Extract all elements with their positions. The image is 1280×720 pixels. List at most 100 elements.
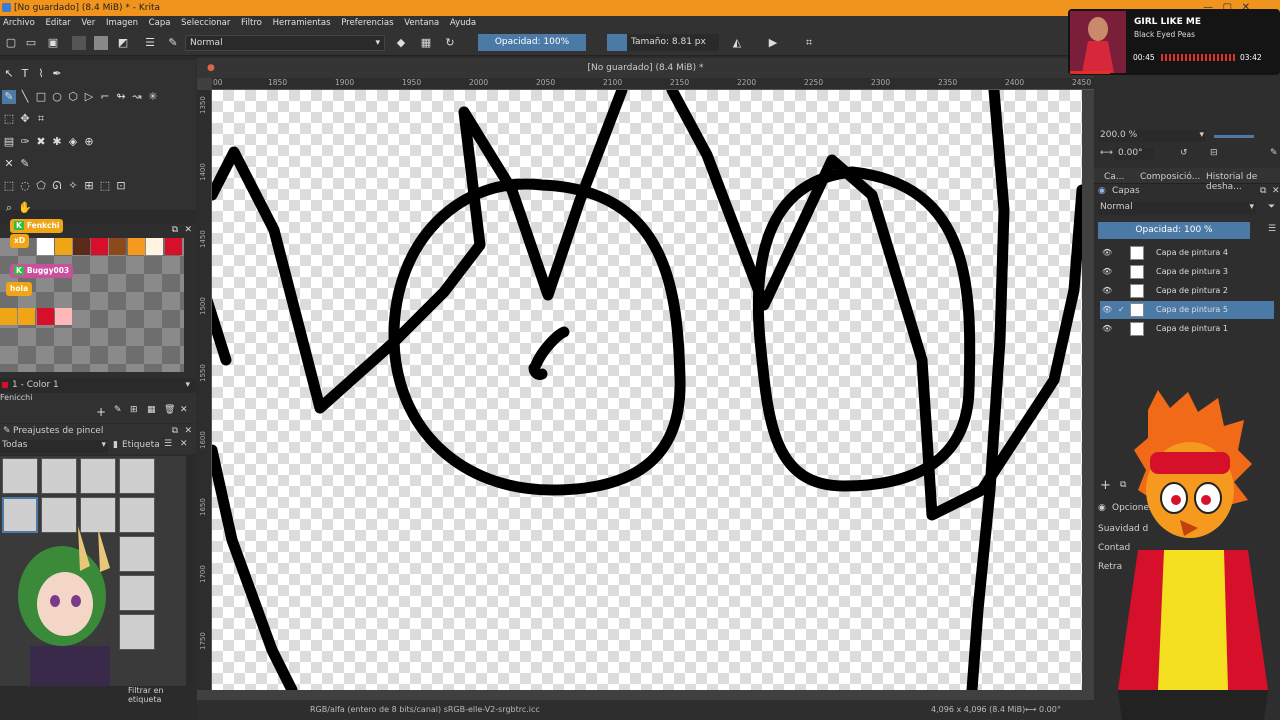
zoom-tool-icon[interactable]: ⌕ bbox=[2, 201, 16, 215]
pattern-swatch-icon[interactable] bbox=[94, 36, 108, 50]
brush-preset[interactable] bbox=[119, 614, 155, 650]
palette-swatch[interactable] bbox=[109, 238, 126, 255]
fill-tool-icon[interactable]: ◈ bbox=[66, 135, 80, 149]
color-picker-icon[interactable]: ✑ bbox=[18, 135, 32, 149]
close-icon[interactable]: ✕ bbox=[184, 225, 192, 235]
layer-row-selected[interactable]: 👁 ✓ Capa de pintura 5 bbox=[1100, 301, 1274, 319]
menu-icon[interactable]: ☰ bbox=[164, 439, 172, 449]
float-icon[interactable]: ⧉ bbox=[172, 225, 178, 235]
delete-icon[interactable]: 🗑 bbox=[164, 405, 175, 415]
polygon-select-icon[interactable]: ⬠ bbox=[34, 179, 48, 193]
bezier-tool-icon[interactable]: ⌐ bbox=[98, 90, 112, 104]
layer-blend-select[interactable]: Normal ▾ bbox=[1098, 202, 1256, 215]
eye-icon[interactable]: 👁 bbox=[1102, 301, 1112, 319]
palette-swatch[interactable] bbox=[37, 308, 54, 325]
pattern-tool-icon[interactable]: ⊕ bbox=[82, 135, 96, 149]
close-icon[interactable]: ✕ bbox=[184, 426, 192, 436]
ellipse-tool-icon[interactable]: ○ bbox=[50, 90, 64, 104]
brush-preset[interactable] bbox=[119, 497, 155, 533]
layer-opacity-slider[interactable]: Opacidad: 100 % bbox=[1098, 222, 1250, 239]
fg-bg-color-icon[interactable]: ◩ bbox=[116, 36, 130, 50]
freehand-select-icon[interactable]: ᘏ bbox=[50, 179, 64, 193]
open-document-icon[interactable]: ▭ bbox=[24, 36, 38, 50]
reload-icon[interactable]: ↻ bbox=[443, 36, 457, 50]
menu-archivo[interactable]: Archivo bbox=[3, 18, 35, 28]
palette-swatch[interactable] bbox=[73, 238, 90, 255]
new-document-icon[interactable]: ▢ bbox=[4, 36, 18, 50]
palette-swatch[interactable] bbox=[55, 308, 72, 325]
ellipse-select-icon[interactable]: ◌ bbox=[18, 179, 32, 193]
layer-row[interactable]: 👁 Capa de pintura 1 bbox=[1100, 320, 1274, 338]
text-tool-icon[interactable]: T bbox=[18, 67, 32, 81]
layer-row[interactable]: 👁 Capa de pintura 2 bbox=[1100, 282, 1274, 300]
menu-herramientas[interactable]: Herramientas bbox=[273, 18, 331, 28]
zoom-field[interactable]: 200.0 % ▾ bbox=[1098, 130, 1206, 142]
gradient-tool-icon[interactable]: ▤ bbox=[2, 135, 16, 149]
palette-color-select[interactable]: 1 - Color 1 ▾ bbox=[0, 378, 196, 392]
assistant-tool-icon[interactable]: ✱ bbox=[50, 135, 64, 149]
menu-icon[interactable]: ☰ bbox=[1268, 224, 1276, 234]
blend-mode-select[interactable]: Normal ▾ bbox=[185, 35, 385, 51]
eye-icon[interactable]: 👁 bbox=[1102, 263, 1112, 281]
menu-ver[interactable]: Ver bbox=[81, 18, 95, 28]
brush-preset[interactable] bbox=[2, 458, 38, 494]
menu-imagen[interactable]: Imagen bbox=[106, 18, 138, 28]
filter-icon[interactable]: ⏷ bbox=[1268, 202, 1275, 212]
rectangle-tool-icon[interactable]: □ bbox=[34, 90, 48, 104]
eye-icon[interactable]: 👁 bbox=[1102, 320, 1112, 338]
calligraphy-icon[interactable]: ✒ bbox=[50, 67, 64, 81]
close-icon[interactable]: ✕ bbox=[1272, 186, 1280, 196]
edit-swatch-icon[interactable]: ✎ bbox=[114, 405, 122, 415]
palette-grid-icon[interactable]: ▦ bbox=[147, 405, 156, 415]
document-tab[interactable]: [No guardado] (8.4 MiB) * ● bbox=[197, 58, 1094, 78]
palette-grid[interactable] bbox=[0, 238, 184, 372]
mirror-icon[interactable]: ⊟ bbox=[1210, 148, 1218, 158]
freehand-brush-icon[interactable]: ✎ bbox=[2, 90, 16, 104]
palette-list-icon[interactable]: ⊞ bbox=[130, 405, 138, 415]
select-shapes-icon[interactable]: ↖ bbox=[2, 67, 16, 81]
palette-swatch[interactable] bbox=[165, 238, 182, 255]
opacity-slider[interactable]: Opacidad: 100% bbox=[478, 34, 586, 51]
brush-preset[interactable] bbox=[119, 536, 155, 572]
polygon-tool-icon[interactable]: ⬡ bbox=[66, 90, 80, 104]
multibrush-icon[interactable]: ✳ bbox=[146, 90, 160, 104]
freehand-path-icon[interactable]: ↬ bbox=[114, 90, 128, 104]
reference-tool-icon[interactable]: ✕ bbox=[2, 157, 16, 171]
layer-row[interactable]: 👁 Capa de pintura 3 bbox=[1100, 263, 1274, 281]
zoom-slider[interactable] bbox=[1214, 135, 1254, 138]
brush-preset[interactable] bbox=[41, 458, 77, 494]
palette-swatch[interactable] bbox=[37, 238, 54, 255]
contiguous-select-icon[interactable]: ✧ bbox=[66, 179, 80, 193]
menu-ayuda[interactable]: Ayuda bbox=[450, 18, 476, 28]
brush-preset[interactable] bbox=[119, 458, 155, 494]
menu-preferencias[interactable]: Preferencias bbox=[341, 18, 393, 28]
eye-icon[interactable]: 👁 bbox=[1102, 282, 1112, 300]
mirror-horizontal-icon[interactable]: ◭ bbox=[730, 36, 744, 50]
layer-row[interactable]: 👁 Capa de pintura 4 bbox=[1100, 244, 1274, 262]
float-icon[interactable]: ⧉ bbox=[1260, 186, 1266, 196]
polyline-tool-icon[interactable]: ▷ bbox=[82, 90, 96, 104]
crop-tool-icon[interactable]: ⌗ bbox=[34, 112, 48, 126]
eye-icon[interactable]: 👁 bbox=[1102, 244, 1112, 262]
size-slider[interactable]: Tamaño: 8.81 px bbox=[607, 34, 719, 51]
palette-swatch[interactable] bbox=[18, 308, 35, 325]
magnetic-select-icon[interactable]: ⊡ bbox=[114, 179, 128, 193]
smart-patch-icon[interactable]: ✖ bbox=[34, 135, 48, 149]
brush-preset[interactable] bbox=[80, 458, 116, 494]
pen-icon[interactable]: ✎ bbox=[1270, 148, 1278, 158]
palette-swatch[interactable] bbox=[128, 238, 145, 255]
pan-tool-icon[interactable]: ✋ bbox=[18, 201, 32, 215]
move-tool-icon[interactable]: ✥ bbox=[18, 112, 32, 126]
eraser-icon[interactable]: ◆ bbox=[394, 36, 408, 50]
reset-icon[interactable]: ↺ bbox=[1180, 148, 1188, 158]
similar-select-icon[interactable]: ⊞ bbox=[82, 179, 96, 193]
tab-layers[interactable]: Ca... bbox=[1104, 172, 1124, 182]
preserve-alpha-icon[interactable]: ▦ bbox=[419, 36, 433, 50]
brush-settings-icon[interactable]: ☰ bbox=[143, 36, 157, 50]
palette-swatch[interactable] bbox=[146, 238, 163, 255]
menu-filtro[interactable]: Filtro bbox=[241, 18, 262, 28]
wrap-around-icon[interactable]: ⌗ bbox=[802, 36, 816, 50]
preset-search-label[interactable]: Filtrar en etiqueta bbox=[128, 686, 186, 704]
menu-seleccionar[interactable]: Seleccionar bbox=[181, 18, 230, 28]
add-swatch-icon[interactable]: + bbox=[96, 405, 106, 419]
